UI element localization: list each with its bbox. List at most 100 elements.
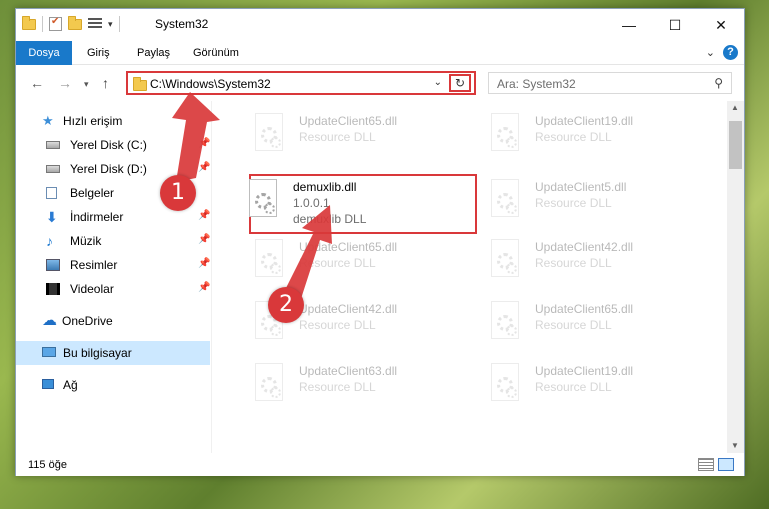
properties-icon[interactable] [49, 16, 62, 31]
nav-item-pictures[interactable]: Resimler 📌 [16, 253, 210, 277]
minimize-icon: — [622, 17, 636, 33]
file-name: UpdateClient5.dll [535, 180, 627, 194]
star-icon: ★ [42, 113, 54, 128]
search-icon[interactable]: ⚲ [714, 76, 723, 90]
file-name: UpdateClient42.dll [535, 240, 634, 254]
pin-icon[interactable]: 📌 [198, 234, 210, 245]
file-tile[interactable]: UpdateClient65.dll Resource DLL [473, 293, 698, 353]
chevron-down-icon[interactable]: ⌄ [434, 77, 442, 88]
file-type: Resource DLL [535, 130, 612, 144]
nav-label: Bu bilgisayar [63, 346, 132, 360]
nav-item-network[interactable]: Ağ [16, 373, 210, 397]
view-toggle [698, 458, 734, 471]
item-count: 115 öğe [28, 459, 67, 471]
nav-item-videos[interactable]: Videolar 📌 [16, 277, 210, 301]
downloads-icon: ⬇ [46, 209, 58, 225]
drive-icon [46, 165, 60, 173]
file-name: UpdateClient42.dll [299, 302, 398, 316]
file-type: Resource DLL [299, 380, 376, 394]
folder-icon [133, 77, 147, 91]
nav-quick-access[interactable]: ★ Hızlı erişim [16, 109, 210, 133]
pictures-icon [46, 259, 60, 271]
pin-icon[interactable]: 📌 [198, 210, 210, 221]
file-tile-demuxlib[interactable]: demuxlib.dll 1.0.0.1 demuxlib DLL [231, 171, 456, 231]
file-tile[interactable]: UpdateClient65.dll Resource DLL [237, 105, 462, 165]
scroll-down-icon[interactable]: ▼ [731, 441, 739, 450]
quick-access-toolbar: ▾ [22, 15, 120, 32]
nav-label: Müzik [70, 234, 102, 248]
file-type: Resource DLL [535, 196, 612, 210]
nav-label: Belgeler [70, 186, 115, 200]
nav-item-this-pc[interactable]: Bu bilgisayar [16, 341, 210, 365]
address-bar[interactable]: C:\Windows\System32 ⌄ ↻ [126, 71, 476, 95]
pin-icon[interactable]: 📌 [198, 282, 210, 293]
large-icons-view-icon[interactable] [718, 458, 734, 471]
nav-item-onedrive[interactable]: ☁ OneDrive [16, 309, 210, 333]
folder-icon [22, 15, 36, 30]
recent-locations-icon[interactable]: ▾ [84, 79, 89, 90]
ribbon-controls: ⌄ ? [706, 45, 738, 60]
file-type: demuxlib DLL [293, 212, 367, 226]
dll-file-icon [249, 179, 281, 219]
file-tile[interactable]: UpdateClient42.dll Resource DLL [473, 231, 698, 291]
address-path[interactable]: C:\Windows\System32 [150, 77, 271, 91]
file-type: Resource DLL [299, 256, 376, 270]
expand-ribbon-icon[interactable]: ⌄ [706, 46, 715, 59]
chevron-down-icon[interactable]: ▾ [108, 19, 113, 30]
refresh-icon: ↻ [454, 76, 466, 90]
nav-item-music[interactable]: ♪ Müzik 📌 [16, 229, 210, 253]
file-list: UpdateClient65.dll Resource DLL UpdateCl… [219, 101, 727, 453]
file-tile[interactable]: UpdateClient19.dll Resource DLL [473, 105, 698, 165]
tab-file[interactable]: Dosya [16, 41, 72, 65]
dll-file-icon [491, 113, 523, 153]
minimize-button[interactable]: — [606, 9, 652, 41]
search-input[interactable]: Ara: System32 ⚲ [488, 72, 732, 94]
pin-icon[interactable]: 📌 [198, 138, 210, 149]
back-arrow-icon[interactable]: ← [30, 75, 44, 91]
dll-file-icon [255, 239, 287, 279]
dll-file-icon [255, 363, 287, 403]
refresh-button[interactable]: ↻ [449, 74, 471, 92]
nav-label: Ağ [63, 378, 78, 392]
toolbar-divider [118, 16, 120, 32]
file-tile[interactable]: UpdateClient65.dll Resource DLL [237, 231, 462, 291]
customize-toolbar-icon[interactable] [88, 18, 102, 30]
pin-icon[interactable]: 📌 [198, 258, 210, 269]
new-folder-icon[interactable] [68, 15, 82, 30]
file-type: Resource DLL [299, 130, 376, 144]
file-tile[interactable]: UpdateClient63.dll Resource DLL [237, 355, 462, 415]
nav-label: Videolar [70, 282, 114, 296]
status-bar: 115 öğe [16, 454, 744, 476]
dll-file-icon [491, 363, 523, 403]
pin-icon[interactable]: 📌 [198, 162, 210, 173]
tab-home[interactable]: Giriş [87, 41, 110, 65]
vertical-scrollbar[interactable]: ▲ ▼ [727, 101, 744, 453]
file-tile[interactable]: UpdateClient19.dll Resource DLL [473, 355, 698, 415]
file-version: 1.0.0.1 [293, 196, 330, 210]
details-view-icon[interactable] [698, 458, 714, 471]
forward-arrow-icon[interactable]: → [58, 75, 72, 91]
title-bar: ▾ System32 — ☐ ✕ [16, 9, 744, 41]
nav-item-local-disk-c[interactable]: Yerel Disk (C:) 📌 [16, 133, 210, 157]
nav-label: Hızlı erişim [63, 114, 123, 128]
help-icon[interactable]: ? [723, 45, 738, 60]
navigation-pane: ★ Hızlı erişim Yerel Disk (C:) 📌 Yerel D… [16, 101, 212, 453]
nav-label: OneDrive [62, 314, 113, 328]
scroll-thumb[interactable] [729, 121, 742, 169]
ribbon: Dosya Giriş Paylaş Görünüm ⌄ ? [16, 41, 744, 65]
dll-file-icon [491, 239, 523, 279]
scroll-up-icon[interactable]: ▲ [731, 103, 739, 112]
tab-view[interactable]: Görünüm [193, 41, 239, 65]
close-icon: ✕ [715, 16, 727, 33]
file-name: UpdateClient65.dll [299, 114, 398, 128]
up-arrow-icon[interactable]: ↑ [102, 75, 109, 91]
nav-label: Yerel Disk (C:) [70, 138, 147, 152]
nav-label: Resimler [70, 258, 118, 272]
window-controls: — ☐ ✕ [606, 9, 744, 41]
tab-share[interactable]: Paylaş [137, 41, 170, 65]
network-icon [42, 379, 54, 389]
close-button[interactable]: ✕ [698, 9, 744, 41]
maximize-button[interactable]: ☐ [652, 9, 698, 41]
file-tile[interactable]: UpdateClient5.dll Resource DLL [473, 171, 698, 231]
file-name: UpdateClient19.dll [535, 114, 634, 128]
